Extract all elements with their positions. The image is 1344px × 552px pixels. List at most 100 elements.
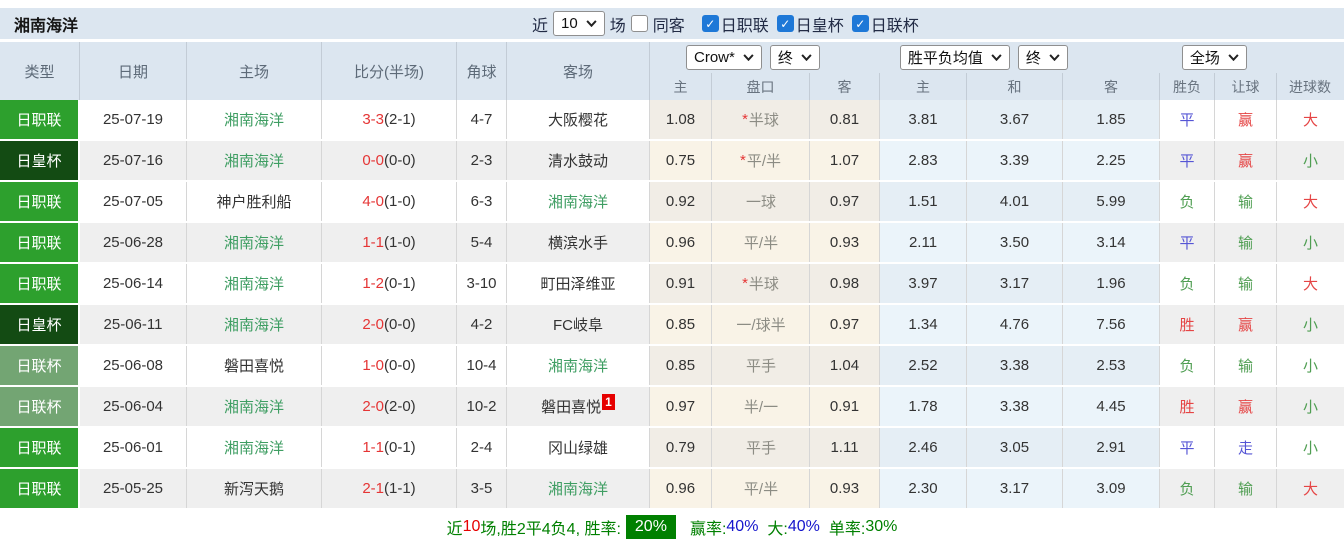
table-row: 日联杯 25-06-08 磐田喜悦 1-0 (0-0) 10-4 湘南海洋 0.8… — [0, 346, 1344, 387]
odds-header-selects: Crow* 终 胜平负均值 终 全场 — [650, 42, 1344, 73]
home-team[interactable]: 湘南海洋 — [187, 264, 322, 303]
ah-home-odds: 1.08 — [650, 100, 712, 139]
ah-home-odds: 0.96 — [650, 469, 712, 508]
same-away-checkbox[interactable] — [630, 15, 648, 32]
summary-record: 场,胜2平4负4, 胜率: — [480, 520, 621, 538]
chevron-down-icon — [991, 54, 1002, 61]
goals-outcome: 大 — [1277, 100, 1344, 139]
away-team[interactable]: FC岐阜 — [553, 314, 603, 335]
away-team-cell: FC岐阜 — [507, 305, 650, 344]
table-row: 日职联 25-07-05 神户胜利船 4-0 (1-0) 6-3 湘南海洋 0.9… — [0, 182, 1344, 223]
scope-select[interactable]: 全场 — [1181, 45, 1247, 70]
ah-away-odds: 1.04 — [810, 346, 880, 385]
home-team[interactable]: 神户胜利船 — [187, 182, 322, 221]
league-type-cell: 日联杯 — [0, 387, 80, 426]
home-team[interactable]: 湘南海洋 — [187, 305, 322, 344]
away-team[interactable]: 湘南海洋 — [548, 191, 608, 212]
avg-away-odds: 1.96 — [1063, 264, 1160, 303]
avg-draw-odds: 3.05 — [967, 428, 1063, 467]
league-filter-group: 日职联 日皇杯 日联杯 — [690, 12, 919, 36]
away-team-cell: 町田泽维亚 — [507, 264, 650, 303]
match-date: 25-06-04 — [80, 387, 187, 426]
avg-draw-odds: 4.01 — [967, 182, 1063, 221]
full-time-score: 1-2 — [362, 275, 384, 292]
subcol-eu-draw: 和 — [967, 73, 1063, 100]
big-rate-label: 大: — [767, 520, 788, 538]
subcol-eu-home: 主 — [880, 73, 967, 100]
odds-header: Crow* 终 胜平负均值 终 全场 主 盘口 客 主 和 客 胜负 让球 进球… — [650, 42, 1344, 100]
away-team[interactable]: 清水鼓动 — [548, 150, 608, 171]
col-header-corner: 角球 — [457, 42, 507, 100]
home-team[interactable]: 湘南海洋 — [187, 141, 322, 180]
ah-home-odds: 0.85 — [650, 346, 712, 385]
handicap-outcome: 输 — [1215, 264, 1277, 303]
home-team[interactable]: 湘南海洋 — [187, 387, 322, 426]
bookmaker-select[interactable]: Crow* — [686, 45, 762, 70]
league-type-cell: 日皇杯 — [0, 305, 80, 344]
subcol-eu-away: 客 — [1063, 73, 1160, 100]
league-checkbox[interactable] — [701, 15, 719, 32]
col-header-date: 日期 — [80, 42, 187, 100]
bookmaker-state-select[interactable]: 终 — [769, 45, 820, 70]
league-checkbox[interactable] — [776, 15, 794, 32]
topbar: 湘南海洋 近 10 场 同客 日职联 日皇杯 日联杯 — [0, 8, 1344, 39]
home-team[interactable]: 湘南海洋 — [187, 223, 322, 262]
ah-line: 平手 — [712, 346, 810, 385]
away-team-cell: 清水鼓动 — [507, 141, 650, 180]
league-checkbox[interactable] — [851, 15, 869, 32]
chevron-down-icon — [1049, 54, 1060, 61]
avg-odds-select[interactable]: 胜平负均值 — [899, 45, 1010, 70]
handicap-outcome: 输 — [1215, 223, 1277, 262]
goals-outcome: 小 — [1277, 387, 1344, 426]
away-team[interactable]: 湘南海洋 — [548, 478, 608, 499]
table-row: 日职联 25-05-25 新泻天鹅 2-1 (1-1) 3-5 湘南海洋 0.96… — [0, 469, 1344, 510]
summary-prefix: 近 — [446, 520, 463, 538]
home-team[interactable]: 湘南海洋 — [187, 100, 322, 139]
recent-count-select[interactable]: 10 — [553, 11, 605, 36]
avg-away-odds: 2.91 — [1063, 428, 1160, 467]
away-team[interactable]: 磐田喜悦 — [541, 396, 601, 417]
avg-home-odds: 2.46 — [880, 428, 967, 467]
away-team[interactable]: 大阪樱花 — [548, 109, 608, 130]
corners: 10-4 — [457, 346, 507, 385]
home-team[interactable]: 新泻天鹅 — [187, 469, 322, 508]
half-time-score: (0-0) — [384, 316, 416, 333]
league-badge: 日职联 — [0, 264, 78, 303]
away-team-cell: 湘南海洋 — [507, 182, 650, 221]
ah-home-odds: 0.97 — [650, 387, 712, 426]
ah-line: 半/一 — [712, 387, 810, 426]
ah-home-odds: 0.79 — [650, 428, 712, 467]
half-time-score: (1-0) — [384, 193, 416, 210]
handicap-outcome: 输 — [1215, 182, 1277, 221]
home-team[interactable]: 磐田喜悦 — [187, 346, 322, 385]
full-time-score: 0-0 — [362, 152, 384, 169]
ah-away-odds: 0.98 — [810, 264, 880, 303]
goals-outcome: 大 — [1277, 182, 1344, 221]
ah-away-odds: 0.93 — [810, 223, 880, 262]
goals-outcome: 大 — [1277, 469, 1344, 508]
filter-controls: 近 10 场 同客 日职联 日皇杯 日联杯 — [527, 8, 919, 39]
chevron-down-icon — [1228, 54, 1239, 61]
avg-away-odds: 2.53 — [1063, 346, 1160, 385]
ah-away-odds: 1.07 — [810, 141, 880, 180]
odds-subheader: 主 盘口 客 主 和 客 胜负 让球 进球数 — [650, 73, 1344, 100]
half-time-score: (2-0) — [384, 398, 416, 415]
match-date: 25-06-11 — [80, 305, 187, 344]
away-team[interactable]: 町田泽维亚 — [540, 273, 615, 294]
ah-home-odds: 0.91 — [650, 264, 712, 303]
away-team[interactable]: 横滨水手 — [548, 232, 608, 253]
score-cell: 2-1 (1-1) — [322, 469, 457, 508]
home-team[interactable]: 湘南海洋 — [187, 428, 322, 467]
score-cell: 0-0 (0-0) — [322, 141, 457, 180]
score-cell: 1-0 (0-0) — [322, 346, 457, 385]
half-time-score: (0-1) — [384, 275, 416, 292]
away-team[interactable]: 冈山绿雄 — [548, 437, 608, 458]
ah-line: 平/半 — [712, 469, 810, 508]
avg-state-select[interactable]: 终 — [1017, 45, 1068, 70]
ah-away-odds: 0.93 — [810, 469, 880, 508]
away-team[interactable]: 湘南海洋 — [548, 355, 608, 376]
league-badge: 日联杯 — [0, 346, 78, 385]
handicap-outcome: 输 — [1215, 346, 1277, 385]
subcol-goals: 进球数 — [1289, 78, 1331, 95]
match-date: 25-05-25 — [80, 469, 187, 508]
